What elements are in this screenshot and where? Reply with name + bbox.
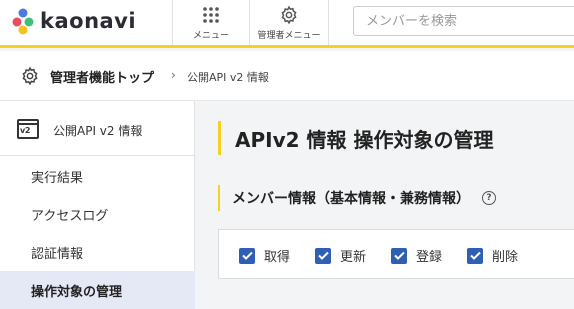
breadcrumb-admin-top-link[interactable]: 管理者機能トップ — [50, 67, 154, 86]
sidebar: v2 公開API v2 情報 実行結果 アクセスログ 認証情報 操作対象の管理 — [0, 101, 195, 309]
permission-get[interactable]: 取得 — [239, 246, 290, 265]
menu-label: メニュー — [192, 30, 229, 41]
sidebar-header: v2 公開API v2 情報 — [0, 101, 195, 156]
kaonavi-logo[interactable]: kaonavi — [12, 7, 136, 35]
chevron-right-icon: › — [171, 68, 176, 82]
permission-delete[interactable]: 削除 — [467, 246, 518, 265]
sidebar-header-label: 公開API v2 情報 — [53, 124, 143, 138]
permission-update[interactable]: 更新 — [315, 246, 366, 265]
nav-divider — [328, 0, 329, 45]
admin-menu-label: 管理者メニュー — [257, 30, 321, 41]
sidebar-item-auth-info[interactable]: 認証情報 — [0, 233, 195, 271]
permission-label: 登録 — [416, 250, 443, 265]
permission-label: 削除 — [492, 250, 519, 265]
section-title: メンバー情報（基本情報・兼務情報） — [232, 191, 470, 207]
checkbox-checked-icon[interactable] — [239, 247, 255, 264]
permissions-panel: 取得 更新 登録 削除 — [218, 229, 574, 279]
permission-label: 取得 — [264, 250, 291, 265]
admin-menu-button[interactable]: 管理者メニュー — [250, 0, 328, 45]
breadcrumb: 管理者機能トップ › 公開API v2 情報 — [0, 51, 574, 101]
main-content: APIv2 情報 操作対象の管理 メンバー情報（基本情報・兼務情報） ? 取得 … — [196, 101, 574, 304]
api-window-icon-text: v2 — [20, 126, 31, 135]
member-search-input[interactable] — [354, 7, 574, 35]
checkbox-checked-icon[interactable] — [315, 247, 331, 264]
top-bar: kaonavi メニュー 管理者メニュー — [0, 0, 574, 48]
grid-menu-icon — [203, 6, 219, 23]
permission-register[interactable]: 登録 — [391, 246, 442, 265]
page-title: APIv2 情報 操作対象の管理 — [235, 127, 494, 152]
page-title-block: APIv2 情報 操作対象の管理 — [218, 121, 493, 155]
logo-text: kaonavi — [40, 9, 137, 33]
permission-label: 更新 — [340, 250, 367, 265]
sidebar-item-target-management[interactable]: 操作対象の管理 — [0, 271, 195, 309]
gear-icon — [281, 5, 297, 24]
sidebar-item-access-log[interactable]: アクセスログ — [0, 195, 195, 233]
breadcrumb-current: 公開API v2 情報 — [187, 71, 269, 84]
sidebar-item-execution-results[interactable]: 実行結果 — [0, 157, 195, 195]
member-search — [353, 6, 574, 36]
section-header: メンバー情報（基本情報・兼務情報） ? — [218, 185, 496, 211]
menu-button[interactable]: メニュー — [173, 0, 249, 45]
kaonavi-logo-icon — [12, 8, 34, 35]
checkbox-checked-icon[interactable] — [391, 247, 407, 264]
help-icon[interactable]: ? — [482, 191, 496, 205]
checkbox-checked-icon[interactable] — [467, 247, 483, 264]
gear-icon — [22, 66, 38, 86]
api-window-icon: v2 — [17, 119, 39, 139]
